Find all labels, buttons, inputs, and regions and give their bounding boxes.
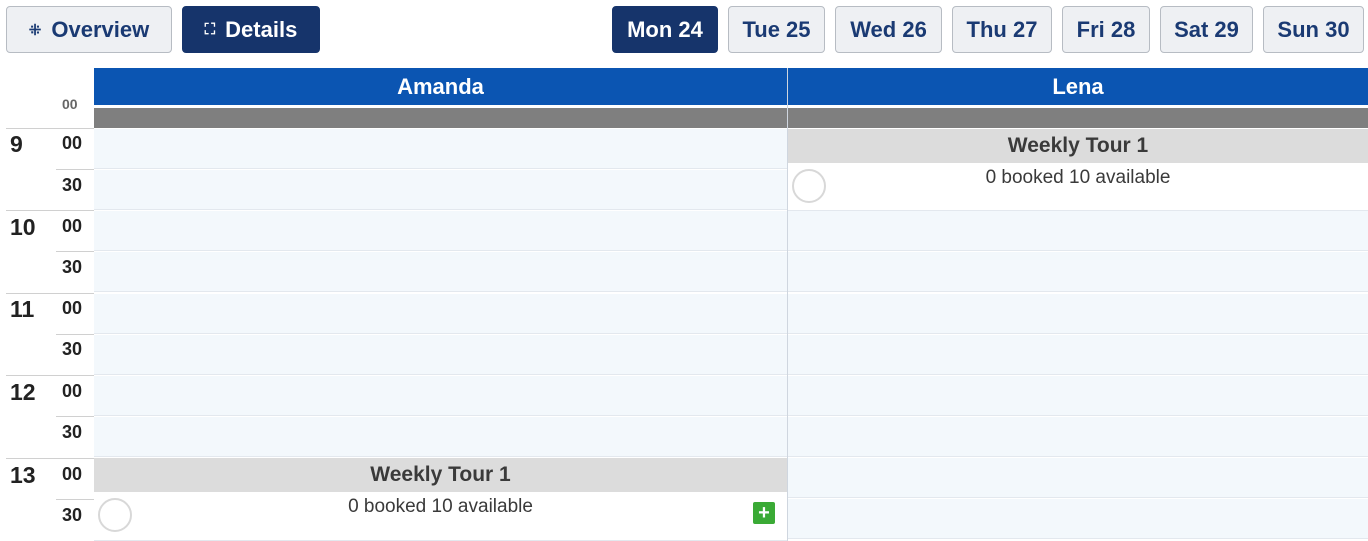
hour-line <box>6 128 94 129</box>
event-body-lena[interactable]: 0 booked 10 available <box>788 163 1368 211</box>
time-stub: 00 <box>62 96 78 112</box>
day-tab-wed[interactable]: Wed 26 <box>835 6 942 53</box>
minute-label: 30 <box>62 175 83 195</box>
minute-label: 00 <box>62 298 83 318</box>
hour-label-10: 10 <box>10 214 36 240</box>
hour-label-9: 9 <box>10 131 23 157</box>
hour-label-11: 11 <box>10 296 35 322</box>
slot-amanda-0930[interactable] <box>94 170 787 210</box>
minute-label: 00 <box>62 381 83 401</box>
slot-lena-1300[interactable] <box>788 458 1368 498</box>
minute-label: 00 <box>62 216 83 236</box>
minute-label: 30 <box>62 257 83 277</box>
event-title-lena[interactable]: Weekly Tour 1 <box>788 129 1368 163</box>
hour-line <box>6 293 94 294</box>
hour-line <box>6 375 94 376</box>
minute-label: 30 <box>62 422 83 442</box>
add-booking-icon[interactable]: + <box>753 502 775 524</box>
hour-line <box>6 458 94 459</box>
slot-lena-1030[interactable] <box>788 252 1368 292</box>
event-body-amanda[interactable]: 0 booked 10 available + <box>94 492 787 541</box>
minute-label: 00 <box>62 464 83 484</box>
half-hour-line <box>56 251 94 252</box>
day-tab-mon[interactable]: Mon 24 <box>612 6 718 53</box>
half-hour-line <box>56 334 94 335</box>
day-tab-sat[interactable]: Sat 29 <box>1160 6 1253 53</box>
minute-label: 00 <box>62 133 83 153</box>
slot-lena-1330[interactable] <box>788 499 1368 539</box>
slot-amanda-0900[interactable] <box>94 129 787 169</box>
day-tab-thu[interactable]: Thu 27 <box>952 6 1052 53</box>
day-tab-tue[interactable]: Tue 25 <box>728 6 825 53</box>
slot-lena-1100[interactable] <box>788 294 1368 334</box>
half-hour-line <box>56 416 94 417</box>
slot-lena-1230[interactable] <box>788 417 1368 457</box>
hour-label-12: 12 <box>10 379 36 405</box>
minute-label: 30 <box>62 339 83 359</box>
collapse-icon: ⁜ <box>28 21 42 39</box>
hour-label-13: 13 <box>10 462 36 488</box>
day-tab-fri[interactable]: Fri 28 <box>1062 6 1150 53</box>
details-button[interactable]: ⛶ Details <box>182 6 320 53</box>
slot-amanda-1100[interactable] <box>94 294 787 334</box>
details-label: Details <box>225 16 298 42</box>
slot-lena-1130[interactable] <box>788 335 1368 375</box>
column-header-lena: Lena <box>788 68 1368 105</box>
day-tab-sun[interactable]: Sun 30 <box>1263 6 1364 53</box>
event-status-lena: 0 booked 10 available <box>985 167 1171 188</box>
hour-line <box>6 210 94 211</box>
slot-amanda-1130[interactable] <box>94 335 787 375</box>
overview-button[interactable]: ⁜ Overview <box>6 6 172 53</box>
slot-amanda-1200[interactable] <box>94 376 787 416</box>
all-day-bar <box>94 108 1368 128</box>
slot-amanda-1030[interactable] <box>94 252 787 292</box>
minute-label: 30 <box>62 505 83 525</box>
expand-icon: ⛶ <box>204 21 216 38</box>
slot-amanda-1000[interactable] <box>94 211 787 251</box>
column-divider <box>787 68 788 541</box>
slot-lena-1200[interactable] <box>788 376 1368 416</box>
event-status-amanda: 0 booked 10 available <box>348 496 533 517</box>
column-header-amanda: Amanda <box>94 68 787 105</box>
slot-amanda-1230[interactable] <box>94 417 787 457</box>
half-hour-line <box>56 499 94 500</box>
overview-label: Overview <box>51 16 150 42</box>
slot-lena-1000[interactable] <box>788 211 1368 251</box>
half-hour-line <box>56 169 94 170</box>
event-title-amanda[interactable]: Weekly Tour 1 <box>94 458 787 492</box>
